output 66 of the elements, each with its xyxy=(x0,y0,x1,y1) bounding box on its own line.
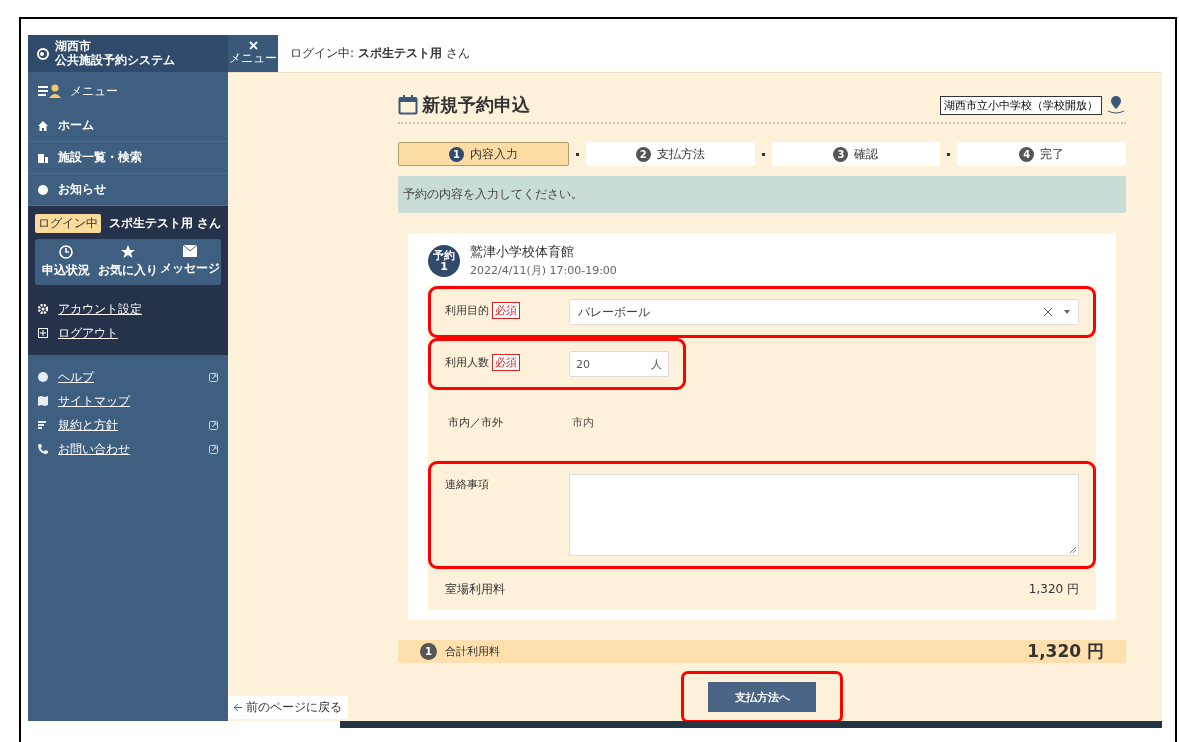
facility-name: 鷲津小学校体育館 xyxy=(470,243,575,261)
star-icon xyxy=(121,245,135,259)
step-label: 内容入力 xyxy=(469,145,518,163)
page-title: 新規予約申込 xyxy=(422,93,531,117)
fee-label: 室場利用料 xyxy=(445,581,505,598)
mail-icon xyxy=(183,245,197,257)
logout-icon xyxy=(38,328,48,338)
clear-icon[interactable] xyxy=(1044,308,1052,316)
reservation-badge: 予約 1 xyxy=(428,244,460,277)
required-tag: 必須 xyxy=(492,354,520,371)
step-number: 4 xyxy=(1019,146,1035,162)
clock-icon xyxy=(59,245,73,259)
menu-user-icon xyxy=(38,84,62,98)
step-label: 確認 xyxy=(854,145,879,163)
logo-icon xyxy=(37,47,49,60)
login-badge: ログイン中 xyxy=(35,214,101,233)
quick-button[interactable]: 申込状況 xyxy=(35,239,97,285)
fee-amount: 1,320 円 xyxy=(1028,581,1079,598)
external-link-icon xyxy=(209,420,218,430)
document-icon xyxy=(38,420,48,430)
external-link-icon xyxy=(209,372,218,382)
field-label: 利用人数 xyxy=(445,355,489,370)
dropdown-caret-icon[interactable] xyxy=(1064,310,1070,314)
step-number: 2 xyxy=(635,146,651,162)
sidebar-link[interactable]: 規約と方針 xyxy=(35,413,221,437)
account-link[interactable]: ログアウト xyxy=(35,321,221,345)
category-tag: 湖西市立小中学校（学校開放） xyxy=(940,95,1102,115)
resize-grip-icon xyxy=(1070,547,1076,553)
back-link[interactable]: 前のページに戻る xyxy=(228,696,348,719)
info-message: 予約の内容を入力してください。 xyxy=(398,176,1126,213)
step-label: 完了 xyxy=(1040,145,1065,163)
step-number: 3 xyxy=(833,146,849,162)
reservation-datetime: 2022/4/11(月) 17:00-19:00 xyxy=(470,263,617,278)
quick-button[interactable]: お気に入り xyxy=(97,239,159,285)
home-icon xyxy=(38,120,48,131)
purpose-select[interactable]: バレーボール xyxy=(569,299,1079,325)
total-number: 1 xyxy=(420,643,437,660)
account-link[interactable]: アカウント設定 xyxy=(35,297,221,321)
total-label: 合計利用料 xyxy=(445,644,500,659)
field-value: 市内 xyxy=(572,415,594,430)
calendar-icon xyxy=(398,95,418,115)
sidebar-link[interactable]: お問い合わせ xyxy=(35,437,221,461)
location-help-icon[interactable] xyxy=(1108,96,1126,114)
step-number: 1 xyxy=(448,146,464,162)
close-menu-button[interactable]: メニュー xyxy=(228,35,278,72)
quick-button[interactable]: メッセージ xyxy=(159,239,221,285)
settings-icon xyxy=(38,304,48,314)
user-name: スポ生テスト用 さん xyxy=(109,215,222,232)
step-label: 支払方法 xyxy=(656,145,705,163)
sidebar-link[interactable]: サイトマップ xyxy=(35,389,221,413)
sidebar-link[interactable]: ヘルプ xyxy=(35,365,221,389)
field-label: 市内／市外 xyxy=(448,415,503,430)
field-label: 利用目的 xyxy=(445,303,489,318)
arrow-left-icon xyxy=(234,704,242,711)
field-label: 連絡事項 xyxy=(445,477,489,492)
next-button[interactable]: 支払方法へ xyxy=(708,682,816,712)
phone-icon xyxy=(38,444,48,454)
building-icon xyxy=(38,152,48,163)
number-input[interactable]: 20 人 xyxy=(569,351,669,377)
total-amount: 1,320 円 xyxy=(1027,640,1104,663)
close-icon xyxy=(248,40,258,50)
required-tag: 必須 xyxy=(492,302,520,319)
external-link-icon xyxy=(209,444,218,454)
map-icon xyxy=(38,396,48,406)
menu-title: メニュー xyxy=(70,82,118,100)
login-status: ログイン中: スポ生テスト用 さん xyxy=(290,45,470,62)
